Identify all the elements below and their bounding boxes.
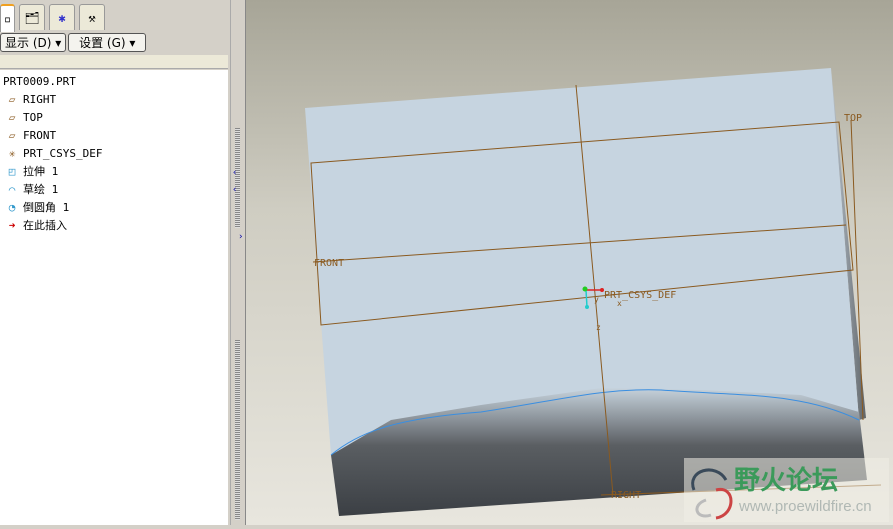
graphics-viewport[interactable]: TOP FRONT RIGHT PRT_CSYS_DEF x y z 野火论坛 … — [245, 0, 893, 525]
tree-item-label: 拉伸 1 — [23, 165, 59, 178]
navigator-tabs: ▫ 🗂 ✱ ⚒ — [0, 4, 109, 32]
tree-item-label: 倒圆角 1 — [23, 201, 70, 214]
expand-arrow-icon[interactable]: › — [238, 232, 243, 242]
tree-column-header — [0, 55, 228, 69]
datum-label-top: TOP — [844, 113, 862, 124]
tree-item-front[interactable]: ▱ FRONT — [4, 126, 56, 144]
extrude-icon: ◰ — [8, 164, 16, 178]
csys-label: PRT_CSYS_DEF — [604, 290, 676, 301]
watermark: 野火论坛 www.proewildfire.cn — [684, 458, 889, 522]
tree-item-label: PRT_CSYS_DEF — [23, 146, 103, 160]
tree-item-insert-here[interactable]: ➜ 在此插入 — [4, 216, 67, 234]
watermark-logo-icon — [691, 468, 733, 520]
favorites-folder-icon: ✱ — [58, 10, 66, 25]
tab-model-tree[interactable]: ▫ — [0, 4, 15, 32]
collapse-arrow-icon[interactable]: ‹ — [232, 185, 237, 195]
sketch-icon: ⌒ — [8, 182, 16, 196]
tree-item-label: 草绘 1 — [23, 183, 59, 196]
tree-root[interactable]: PRT0009.PRT — [3, 72, 76, 90]
insert-arrow-icon: ➜ — [8, 218, 16, 232]
datum-plane-icon: ▱ — [8, 92, 16, 106]
panel-splitter[interactable]: ‹ ‹ › — [230, 0, 245, 525]
hammer-folder-icon: ⚒ — [88, 10, 96, 25]
axis-z-label: z — [596, 323, 601, 332]
watermark-name: 野火论坛 — [734, 466, 839, 496]
tree-item-label: 在此插入 — [23, 219, 67, 232]
datum-plane-icon: ▱ — [8, 128, 16, 142]
tree-item-right[interactable]: ▱ RIGHT — [4, 90, 56, 108]
datum-label-right: RIGHT — [611, 490, 641, 501]
splitter-grip[interactable] — [235, 340, 240, 520]
model-tree: PRT0009.PRT ▱ RIGHT ▱ TOP ▱ FRONT ✳ PRT_CSYS… — [0, 70, 228, 525]
axis-x-label: x — [617, 299, 622, 308]
tree-item-top[interactable]: ▱ TOP — [4, 108, 43, 126]
show-menu-button[interactable]: 显示 (D) ▾ — [0, 33, 67, 52]
folders-icon: 🗂 — [24, 10, 40, 25]
tab-connections[interactable]: ⚒ — [79, 4, 105, 30]
csys-icon: ✳ — [8, 146, 16, 160]
tree-item-label: TOP — [23, 110, 43, 124]
watermark-url: www.proewildfire.cn — [739, 498, 872, 515]
datum-label-front: FRONT — [314, 258, 344, 269]
tree-item-csys[interactable]: ✳ PRT_CSYS_DEF — [4, 144, 103, 162]
tree-item-round[interactable]: ◔ 倒圆角 1 — [4, 198, 70, 216]
tree-item-extrude[interactable]: ◰ 拉伸 1 — [4, 162, 59, 180]
tree-item-sketch[interactable]: ⌒ 草绘 1 — [4, 180, 59, 198]
splitter-grip[interactable] — [235, 128, 240, 228]
model-view: TOP FRONT RIGHT PRT_CSYS_DEF x y z — [305, 68, 882, 516]
tab-folder-browser[interactable]: 🗂 — [19, 4, 45, 30]
round-icon: ◔ — [8, 200, 16, 214]
tree-item-label: FRONT — [23, 128, 57, 142]
axis-y-label: y — [594, 295, 599, 304]
settings-menu-button[interactable]: 设置 (G) ▾ — [68, 33, 147, 52]
tab-favorites[interactable]: ✱ — [49, 4, 75, 30]
collapse-arrow-icon[interactable]: ‹ — [232, 168, 237, 178]
model-tree-panel: ▫ 🗂 ✱ ⚒ 显示 (D) ▾ 设置 (G) ▾ PRT0009.PRT ▱ R… — [0, 0, 230, 525]
datum-plane-icon: ▱ — [8, 110, 16, 124]
tree-item-label: RIGHT — [23, 92, 57, 106]
